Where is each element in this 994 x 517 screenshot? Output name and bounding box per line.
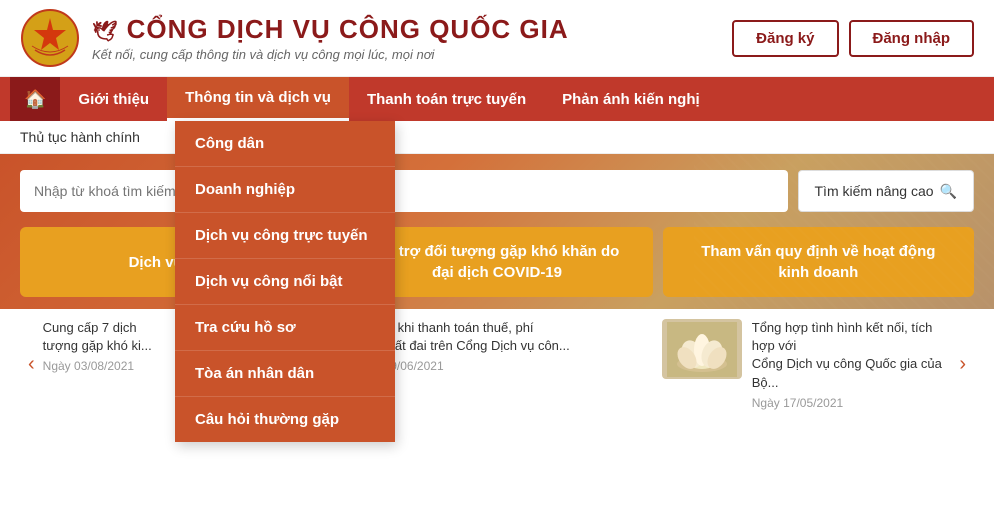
home-icon: 🏠 bbox=[24, 89, 46, 110]
dropdown-item-toa-an[interactable]: Tòa án nhân dân bbox=[175, 351, 395, 397]
nav-item-gioi-thieu[interactable]: Giới thiệu bbox=[60, 77, 167, 121]
dropdown-item-doanh-nghiep[interactable]: Doanh nghiệp bbox=[175, 167, 395, 213]
dropdown-item-cau-hoi[interactable]: Câu hỏi thường gặp bbox=[175, 397, 395, 442]
site-subtitle: Kết nối, cung cấp thông tin và dịch vụ c… bbox=[92, 47, 732, 62]
dropdown-item-cong-dan[interactable]: Công dân bbox=[175, 121, 395, 167]
news-thumbnail bbox=[662, 319, 742, 379]
dropdown-menu: Công dân Doanh nghiệp Dịch vụ công trực … bbox=[175, 121, 395, 442]
header: 🕊 CỔNG DỊCH VỤ CÔNG QUỐC GIA Kết nối, cu… bbox=[0, 0, 994, 77]
site-title: 🕊 CỔNG DỊCH VỤ CÔNG QUỐC GIA bbox=[92, 14, 732, 45]
list-item: Tổng hợp tình hình kết nối, tích hợp với… bbox=[662, 319, 952, 410]
nav-item-thanh-toan[interactable]: Thanh toán trực tuyến bbox=[349, 77, 544, 121]
nav-bar: 🏠 Giới thiệu Thông tin và dịch vụ Thanh … bbox=[0, 77, 994, 121]
news-text: Cung cấp 7 dịchtượng gặp khó ki... bbox=[43, 319, 152, 355]
nav-item-phan-anh[interactable]: Phản ánh kiến nghị bbox=[544, 77, 718, 121]
logo-emblem bbox=[20, 8, 80, 68]
breadcrumb: Thủ tục hành chính bbox=[0, 121, 994, 154]
list-item: ích '5K' khi thanh toán thuế, phíúc ba đ… bbox=[352, 319, 642, 410]
news-text: Tổng hợp tình hình kết nối, tích hợp với… bbox=[752, 319, 952, 392]
bird-decoration: 🕊 bbox=[92, 21, 118, 43]
dropdown-item-tra-cuu[interactable]: Tra cứu hồ sơ bbox=[175, 305, 395, 351]
hero-section: Tìm kiếm nâng cao 🔍 Dịch vụ công Hỗ trợ … bbox=[0, 154, 994, 309]
nav-item-thong-tin[interactable]: Thông tin và dịch vụ bbox=[167, 77, 349, 121]
nav-wrapper: 🏠 Giới thiệu Thông tin và dịch vụ Thanh … bbox=[0, 77, 994, 121]
prev-arrow[interactable]: ‹ bbox=[20, 319, 43, 410]
news-section: ‹ Cung cấp 7 dịchtượng gặp khó ki... Ngà… bbox=[0, 309, 994, 420]
search-input[interactable] bbox=[20, 170, 788, 212]
login-button[interactable]: Đăng nhập bbox=[849, 20, 975, 57]
header-buttons: Đăng ký Đăng nhập bbox=[732, 20, 974, 57]
hero-pattern bbox=[694, 154, 994, 309]
dropdown-item-dich-vu-cong-nb[interactable]: Dịch vụ công nổi bật bbox=[175, 259, 395, 305]
news-date: Ngày 17/05/2021 bbox=[752, 396, 952, 410]
next-arrow[interactable]: › bbox=[951, 319, 974, 410]
news-date: Ngày 03/08/2021 bbox=[43, 359, 152, 373]
logo-text-area: 🕊 CỔNG DỊCH VỤ CÔNG QUỐC GIA Kết nối, cu… bbox=[92, 14, 732, 62]
dropdown-item-dich-vu-cong-tt[interactable]: Dịch vụ công trực tuyến bbox=[175, 213, 395, 259]
nav-home-button[interactable]: 🏠 bbox=[10, 77, 60, 121]
register-button[interactable]: Đăng ký bbox=[732, 20, 838, 57]
